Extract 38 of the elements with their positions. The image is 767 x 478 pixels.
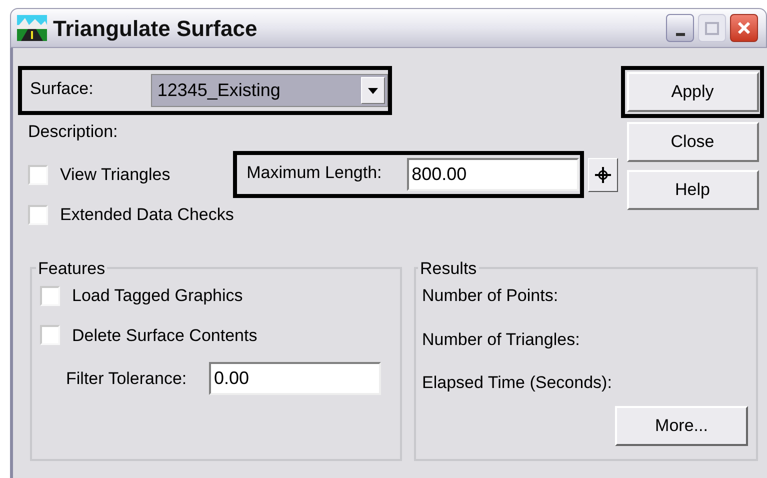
group-title: Features [37, 258, 106, 280]
dialog-button[interactable]: Close [626, 122, 758, 162]
pick-button[interactable] [588, 158, 618, 192]
checkbox-label: Extended Data Checks [60, 204, 234, 226]
minimize-button[interactable] [666, 14, 694, 42]
filter-tolerance-field[interactable]: 0.00 [209, 362, 381, 395]
filter-tolerance-label: Filter Tolerance: [66, 368, 188, 390]
description-label: Description: [28, 121, 119, 143]
checkbox-label: View Triangles [60, 164, 170, 186]
dropdown-arrow-button[interactable] [361, 77, 385, 104]
checkbox[interactable] [40, 286, 60, 306]
group-title: Results [419, 258, 478, 280]
result-label: Number of Triangles: [422, 328, 581, 350]
more-button[interactable]: More... [615, 406, 748, 446]
field-value: 0.00 [214, 367, 250, 390]
result-label: Elapsed Time (Seconds): [422, 372, 613, 394]
maximum-length-label: Maximum Length: [246, 162, 383, 184]
dialog-button[interactable]: Apply [626, 72, 758, 112]
checkbox[interactable] [28, 204, 48, 225]
road-icon [17, 15, 47, 41]
checkbox[interactable] [28, 164, 48, 184]
close-icon [737, 21, 751, 35]
window-title: Triangulate Surface [53, 14, 258, 43]
maximize-icon [705, 22, 719, 34]
minimize-icon [676, 33, 684, 36]
crosshair-icon [594, 166, 612, 184]
checkbox-label: Delete Surface Contents [72, 324, 258, 346]
result-label: Number of Points: [422, 285, 560, 307]
dialog-button[interactable]: Help [626, 170, 758, 210]
checkbox-label: Load Tagged Graphics [72, 285, 243, 307]
maximum-length-field[interactable]: 800.00 [406, 158, 579, 191]
field-value: 800.00 [412, 163, 467, 186]
caret-icon [368, 88, 378, 94]
surface-label: Surface: [30, 78, 94, 100]
dropdown-value: 12345_Existing [157, 79, 280, 102]
surface-dropdown[interactable]: 12345_Existing [151, 74, 388, 107]
close-button[interactable] [730, 14, 758, 42]
checkbox[interactable] [40, 325, 60, 346]
